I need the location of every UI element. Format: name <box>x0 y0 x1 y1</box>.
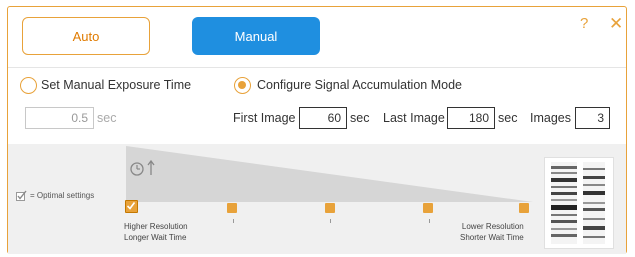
exposure-unit: sec <box>97 111 117 125</box>
signal-accumulation-label[interactable]: Configure Signal Accumulation Mode <box>257 78 462 92</box>
help-icon[interactable]: ? <box>580 15 588 32</box>
exposure-time-input[interactable]: 0.5 <box>25 107 94 129</box>
gel-thumbnail <box>544 157 614 249</box>
last-image-input[interactable]: 180 <box>447 107 495 129</box>
timeline-tick <box>429 219 430 223</box>
divider <box>8 67 626 68</box>
signal-accumulation-radio[interactable] <box>234 77 251 94</box>
right-caption-line-1: Lower Resolution <box>461 222 524 231</box>
optimal-legend: = Optimal settings <box>16 190 94 201</box>
gel-bands-image <box>551 162 605 244</box>
timeline-panel <box>8 144 626 254</box>
optimal-check-icon <box>16 190 27 201</box>
signal-accumulation-dialog: Auto Manual ? ✕ Set Manual Exposure Time… <box>7 6 627 254</box>
last-image-label: Last Image <box>383 111 445 125</box>
auto-mode-button[interactable]: Auto <box>22 17 150 55</box>
right-caption-line-2: Shorter Wait Time <box>460 233 524 242</box>
check-icon <box>126 202 136 210</box>
images-label: Images <box>530 111 571 125</box>
timeline-tick <box>330 219 331 223</box>
left-caption-line-2: Longer Wait Time <box>124 233 187 242</box>
close-icon[interactable]: ✕ <box>609 14 623 34</box>
set-manual-exposure-label[interactable]: Set Manual Exposure Time <box>41 78 191 92</box>
first-image-label: First Image <box>233 111 296 125</box>
resolution-wedge <box>126 146 533 202</box>
timeline-marker-1-selected[interactable] <box>125 200 138 213</box>
timeline-marker-3[interactable] <box>325 203 335 213</box>
timeline-marker-5[interactable] <box>519 203 529 213</box>
up-arrow-icon <box>147 159 155 175</box>
last-image-unit: sec <box>498 111 518 125</box>
left-caption-line-1: Higher Resolution <box>124 222 188 231</box>
set-manual-exposure-radio[interactable] <box>20 77 37 94</box>
optimal-legend-label: = Optimal settings <box>30 191 95 200</box>
timeline-marker-2[interactable] <box>227 203 237 213</box>
manual-mode-button[interactable]: Manual <box>192 17 320 55</box>
first-image-unit: sec <box>350 111 370 125</box>
images-count-input[interactable]: 3 <box>575 107 610 129</box>
left-caption: Higher Resolution Longer Wait Time <box>124 221 188 243</box>
timeline-marker-4[interactable] <box>423 203 433 213</box>
right-caption: Lower Resolution Shorter Wait Time <box>460 221 524 243</box>
first-image-input[interactable]: 60 <box>299 107 347 129</box>
timeline-tick <box>233 219 234 223</box>
